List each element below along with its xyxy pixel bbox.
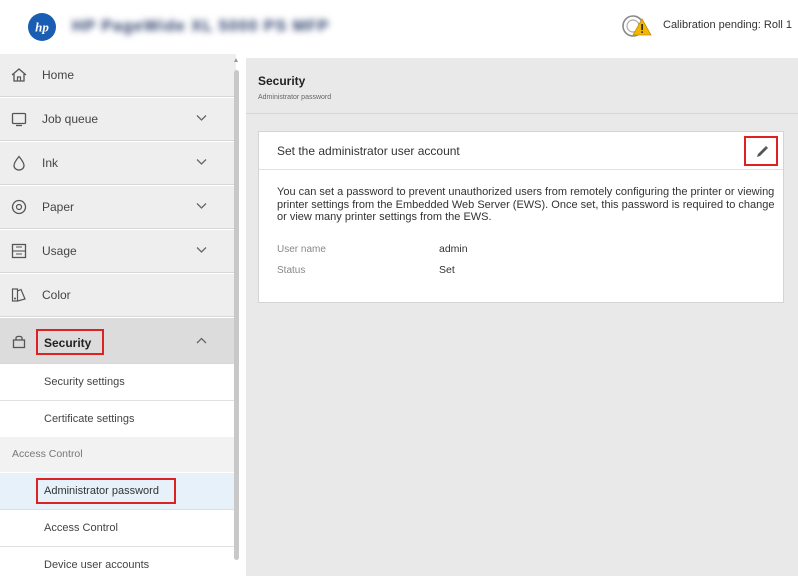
sidebar-subitem-administrator-password[interactable]: Administrator password <box>0 473 236 510</box>
page-title: Security <box>258 74 306 88</box>
sidebar-subitem-label: Administrator password <box>44 485 159 497</box>
card-description: You can set a password to prevent unauth… <box>277 186 775 223</box>
main-content: Security Administrator password Set the … <box>246 58 798 576</box>
sidebar-subitem-access-control[interactable]: Access Control <box>0 510 236 547</box>
section-label-text: Access Control <box>12 448 83 460</box>
sidebar-subitem-label: Certificate settings <box>44 413 135 425</box>
user-name-label: User name <box>277 244 326 255</box>
printer-name: HP PageWide XL 5000 PS MFP <box>72 18 362 36</box>
lock-icon <box>12 335 26 349</box>
sidebar-item-paper[interactable]: Paper <box>0 186 236 229</box>
edit-button[interactable] <box>744 136 778 166</box>
sidebar-item-security[interactable]: Security <box>0 318 236 364</box>
hp-logo-icon: hp <box>35 20 49 35</box>
sidebar-item-home[interactable]: Home <box>0 54 236 97</box>
sidebar-item-label: Ink <box>42 156 59 170</box>
content-header: Security Administrator password <box>246 58 798 114</box>
printer-name-text: HP PageWide XL 5000 PS MFP <box>72 18 330 35</box>
sidebar-item-label: Color <box>42 288 71 302</box>
sidebar-subitem-certificate-settings[interactable]: Certificate settings <box>0 401 236 438</box>
status-label: Status <box>277 265 306 276</box>
svg-text:hp: hp <box>35 20 49 35</box>
sidebar-item-color[interactable]: Color <box>0 274 236 317</box>
admin-password-highlight-box: Administrator password <box>36 478 176 504</box>
security-highlight-box: Security <box>36 329 104 355</box>
chevron-down-icon[interactable] <box>196 158 207 166</box>
ink-drop-icon <box>13 155 25 171</box>
sidebar-item-label: Paper <box>42 200 75 214</box>
scrollbar-thumb[interactable] <box>234 70 239 560</box>
app-header: hp HP PageWide XL 5000 PS MFP Calibratio… <box>0 0 798 54</box>
usage-icon <box>11 243 27 259</box>
card-title: Set the administrator user account <box>277 144 460 158</box>
pencil-icon <box>757 146 768 157</box>
sidebar-item-ink[interactable]: Ink <box>0 142 236 185</box>
calibration-alert-icon[interactable] <box>620 13 654 39</box>
sidebar-scrollbar[interactable] <box>233 58 240 568</box>
scroll-up-arrow-icon[interactable] <box>234 58 238 62</box>
sidebar-nav: Home Job queue Ink Paper Usage Color Sec… <box>0 54 236 576</box>
calibration-status[interactable]: Calibration pending: Roll 1 <box>663 19 792 31</box>
sidebar-item-job-queue[interactable]: Job queue <box>0 98 236 141</box>
color-icon <box>11 288 26 302</box>
sidebar-item-label: Job queue <box>42 112 99 126</box>
chevron-up-icon[interactable] <box>196 337 207 345</box>
sidebar-subitem-device-user-accounts[interactable]: Device user accounts <box>0 547 236 576</box>
sidebar-subitem-label: Access Control <box>44 522 118 534</box>
job-queue-icon <box>11 112 27 127</box>
sidebar-item-label: Home <box>42 68 75 82</box>
sidebar-subitem-security-settings[interactable]: Security settings <box>0 364 236 401</box>
card-header: Set the administrator user account <box>259 132 783 170</box>
status-value: Set <box>439 264 455 276</box>
sidebar-subitem-label: Security settings <box>44 376 125 388</box>
chevron-down-icon[interactable] <box>196 114 207 122</box>
admin-account-card: Set the administrator user account You c… <box>258 131 784 303</box>
page-subtitle: Administrator password <box>258 94 332 101</box>
sidebar-item-label: Usage <box>42 244 77 258</box>
sidebar-subitem-label: Device user accounts <box>44 559 150 571</box>
paper-roll-icon <box>11 199 27 215</box>
sidebar-item-label: Security <box>44 336 92 350</box>
sidebar-item-usage[interactable]: Usage <box>0 230 236 273</box>
user-name-value: admin <box>439 243 468 255</box>
hp-logo[interactable]: hp <box>28 13 56 41</box>
chevron-down-icon[interactable] <box>196 246 207 254</box>
home-icon <box>11 68 27 82</box>
chevron-down-icon[interactable] <box>196 202 207 210</box>
access-control-section-label: Access Control <box>0 437 236 472</box>
